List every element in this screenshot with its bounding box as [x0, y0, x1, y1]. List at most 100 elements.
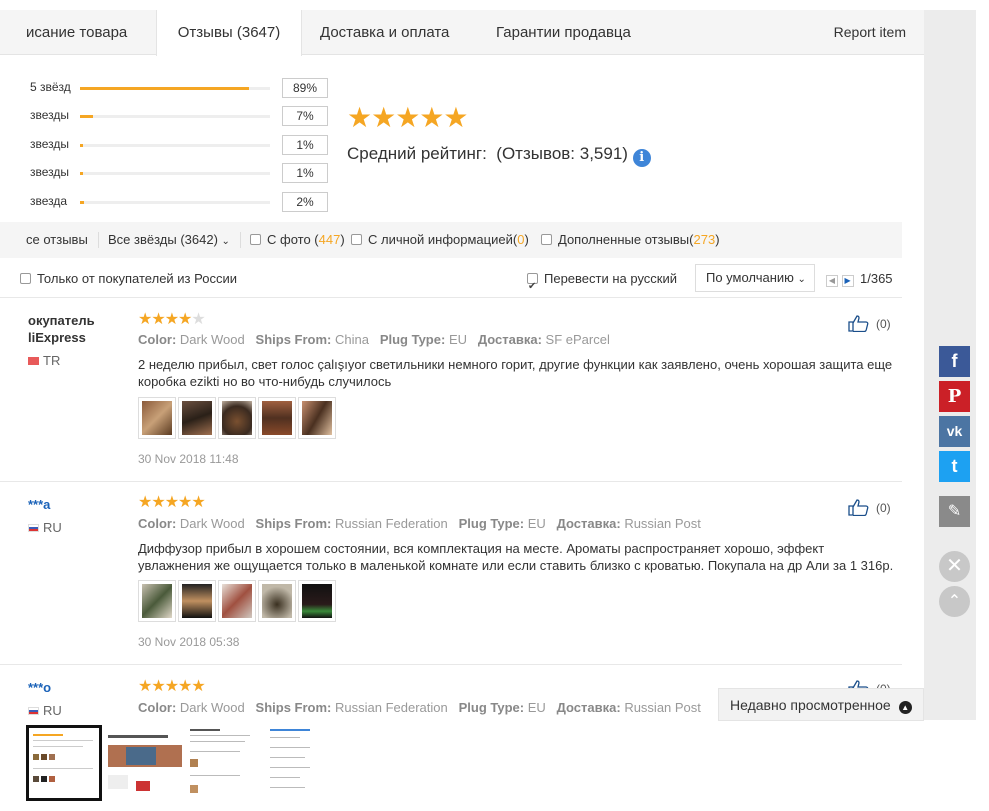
- checkbox-checked[interactable]: [527, 270, 538, 304]
- edit-pencil-icon[interactable]: ✎: [939, 496, 970, 527]
- translate-label: Перевести на русский: [544, 271, 678, 286]
- average-rating: Средний рейтинг: (Отзывов: 3,591) i: [347, 144, 651, 167]
- rating-bar-fill: [80, 201, 84, 204]
- rating-row-label: звезды: [30, 165, 70, 179]
- translate-toggle[interactable]: Перевести на русский: [527, 262, 678, 304]
- checkbox[interactable]: [250, 234, 261, 245]
- recently-viewed-panel[interactable]: Недавно просмотренное ▲: [718, 688, 924, 721]
- filter-additional-reviews[interactable]: Дополненные отзывы(273): [541, 222, 720, 258]
- close-icon[interactable]: ✕: [939, 551, 970, 582]
- rating-bar: [80, 115, 270, 118]
- review-photo[interactable]: [138, 580, 176, 622]
- review-stars: ★★★★★: [138, 495, 206, 511]
- filter-personal-info[interactable]: С личной информацией(0): [351, 222, 529, 258]
- country-code: RU: [43, 520, 62, 535]
- rating-row-1[interactable]: звезда 2%: [0, 192, 340, 212]
- review-date: 30 Nov 2018 05:38: [138, 635, 240, 649]
- attr-key: Доставка:: [477, 332, 542, 347]
- rating-row-label: звезда: [30, 194, 68, 208]
- filter-all-stars-dropdown[interactable]: Все звёзды (3642) ⌄: [108, 222, 230, 260]
- attr-key: Color:: [138, 516, 177, 531]
- rating-bar: [80, 144, 270, 147]
- review-date: 30 Nov 2018 11:48: [138, 452, 239, 466]
- attr-key: Plug Type:: [458, 516, 525, 531]
- rating-row-label: 5 звёзд: [30, 80, 71, 94]
- next-page-icon[interactable]: ▶: [841, 274, 854, 287]
- review-photo[interactable]: [178, 580, 216, 622]
- review-filter-bar: се отзывы Все звёзды (3642) ⌄ С фото (44…: [0, 222, 902, 258]
- review-attributes: Color: Dark Wood Ships From: Russian Fed…: [138, 700, 701, 715]
- rating-row-3[interactable]: звезды 1%: [0, 135, 340, 155]
- stars-filled: ★★★★: [138, 311, 192, 328]
- stars-filled: ★★★★★: [138, 678, 206, 695]
- tab-guarantees[interactable]: Гарантии продавца: [496, 10, 631, 55]
- prev-page-icon[interactable]: ◀: [826, 274, 838, 287]
- helpful-button[interactable]: (0): [848, 498, 891, 516]
- rating-row-5[interactable]: 5 звёзд 89%: [0, 78, 340, 98]
- review-attributes: Color: Dark Wood Ships From: Russian Fed…: [138, 516, 701, 531]
- checkbox[interactable]: [20, 273, 31, 284]
- reviewer-name[interactable]: ***o: [28, 679, 51, 696]
- review-photo[interactable]: [218, 580, 256, 622]
- report-item-link[interactable]: Report item: [834, 10, 906, 55]
- checkbox[interactable]: [541, 234, 552, 245]
- screenshot-thumbnail[interactable]: [186, 725, 262, 801]
- tab-shipping[interactable]: Доставка и оплата: [320, 10, 449, 55]
- review-photo[interactable]: [218, 397, 256, 439]
- review-photos: [138, 397, 338, 442]
- rating-percent: 89%: [282, 78, 328, 98]
- country-code: RU: [43, 703, 62, 718]
- chevron-down-icon: ⌄: [797, 274, 806, 285]
- attr-key: Ships From:: [255, 516, 332, 531]
- thumbs-up-icon: [848, 315, 869, 332]
- screenshot-thumbnail[interactable]: [26, 725, 102, 801]
- review-text: 2 неделю прибыл, свет голос çalışıyor св…: [138, 357, 893, 389]
- helpful-button[interactable]: (0): [848, 314, 891, 332]
- review-photo[interactable]: [138, 397, 176, 439]
- tab-reviews[interactable]: Отзывы (3647): [156, 10, 302, 56]
- review-photo[interactable]: [298, 397, 336, 439]
- rating-bar-fill: [80, 172, 83, 175]
- attr-value: EU: [527, 700, 546, 715]
- rating-bar-fill: [80, 144, 83, 147]
- screenshot-thumbnail[interactable]: [266, 725, 342, 801]
- flag-icon: [28, 524, 39, 532]
- rating-percent: 7%: [282, 106, 328, 126]
- filter-with-photo[interactable]: С фото (447): [250, 222, 345, 258]
- pinterest-share-icon[interactable]: P: [939, 381, 970, 412]
- attr-key: Доставка:: [556, 516, 621, 531]
- sort-dropdown[interactable]: По умолчанию ⌄: [695, 264, 815, 292]
- review-photo[interactable]: [178, 397, 216, 439]
- helpful-count: (0): [876, 501, 891, 515]
- chevron-down-icon: ⌄: [221, 236, 230, 247]
- reviewer-country: RU: [28, 703, 62, 718]
- filter-personal-label: С личной информацией(: [368, 232, 518, 247]
- filter-all-reviews[interactable]: се отзывы: [26, 222, 88, 258]
- twitter-share-icon[interactable]: t: [939, 451, 970, 482]
- reviewer-name[interactable]: окупатель: [28, 312, 95, 329]
- facebook-share-icon[interactable]: f: [939, 346, 970, 377]
- chevron-up-icon: ▲: [898, 701, 912, 714]
- rating-row-2[interactable]: звезды 1%: [0, 163, 340, 183]
- russia-only-filter[interactable]: Только от покупателей из России: [20, 262, 237, 296]
- reviewer-name-line2[interactable]: liExpress: [28, 329, 86, 346]
- scroll-top-icon[interactable]: ⌃: [939, 586, 970, 617]
- attr-value: Dark Wood: [179, 700, 245, 715]
- review-photo[interactable]: [258, 397, 296, 439]
- reviewer-name[interactable]: ***a: [28, 496, 50, 513]
- review-photo[interactable]: [298, 580, 336, 622]
- paren-close: ): [715, 232, 720, 247]
- vk-share-icon[interactable]: vk: [939, 416, 970, 447]
- review-item: ***a RU ★★★★★ Color: Dark Wood Ships Fro…: [0, 481, 902, 665]
- info-icon[interactable]: i: [632, 149, 651, 167]
- tab-description[interactable]: исание товара: [26, 10, 127, 55]
- screenshot-thumbnail[interactable]: [106, 725, 182, 801]
- rating-bar: [80, 87, 270, 90]
- review-photo[interactable]: [258, 580, 296, 622]
- attr-key: Color:: [138, 700, 177, 715]
- paren-close: ): [524, 232, 529, 247]
- paren-close: ): [340, 232, 345, 247]
- rating-row-4[interactable]: звезды 7%: [0, 106, 340, 126]
- attr-key: Plug Type:: [379, 332, 446, 347]
- checkbox[interactable]: [351, 234, 362, 245]
